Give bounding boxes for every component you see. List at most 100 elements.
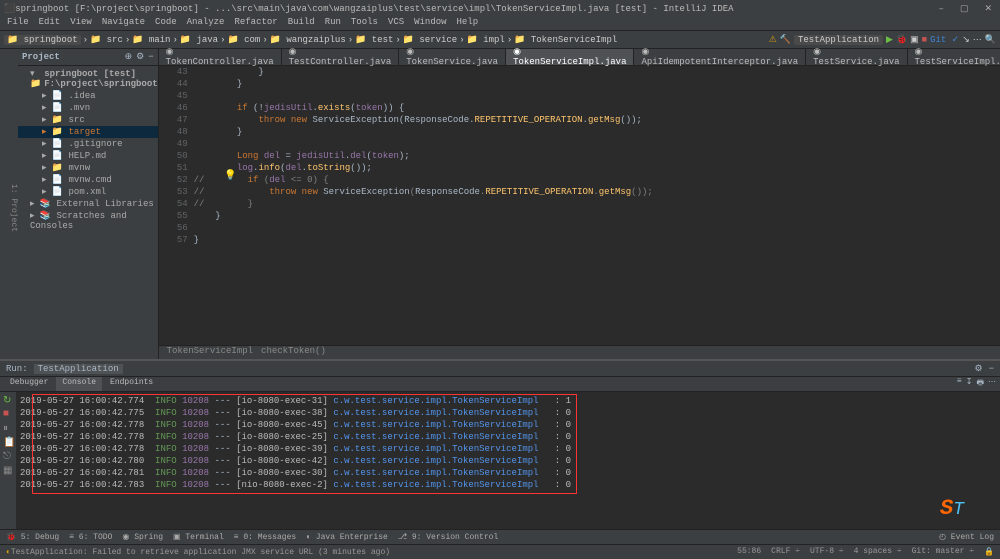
tree-item[interactable]: ▸ 📄 mvnw.cmd (18, 174, 158, 186)
editor-tab[interactable]: ◉ ApiIdempotentInterceptor.java (634, 49, 806, 65)
tree-item[interactable]: ▸ 📄 .mvn (18, 102, 158, 114)
editor-tab[interactable]: ◉ TokenServiceImpl.java (506, 49, 634, 65)
hammer-icon[interactable]: 🔨 (780, 35, 791, 45)
more-icon[interactable]: ⋯ (973, 35, 982, 45)
maximize-button[interactable]: ▢ (956, 4, 973, 14)
log-line: 2019-05-27 16:00:42.774 INFO 10208 --- [… (20, 395, 996, 407)
scroll-icon[interactable]: ↧ (966, 377, 973, 391)
search-icon[interactable]: 🔍 (985, 35, 996, 45)
crumb-item[interactable]: 📁 com (228, 35, 261, 45)
rerun-icon[interactable]: ↻ (3, 395, 13, 405)
breadcrumb-class[interactable]: TokenServiceImpl (167, 346, 253, 359)
crumb-item[interactable]: 📁 service (403, 35, 457, 45)
crumb-item[interactable]: 📁 main (132, 35, 170, 45)
crumb-item[interactable]: 📁 impl (467, 35, 505, 45)
menu-run[interactable]: Run (322, 17, 344, 30)
status-pos: 55:86 (737, 547, 761, 557)
tree-item[interactable]: ▸ 📁 target (18, 126, 158, 138)
project-select-icon[interactable]: ⊕ (125, 52, 133, 62)
status-enc[interactable]: UTF-8 ÷ (810, 547, 844, 557)
collapse-icon[interactable]: − (148, 52, 153, 62)
project-panel-title: Project (22, 52, 60, 62)
breadcrumb-method[interactable]: checkToken() (261, 346, 326, 359)
status-git[interactable]: Git: master ÷ (912, 547, 974, 557)
tree-item[interactable]: ▸ 📄 .idea (18, 90, 158, 102)
crumb-item[interactable]: 📁 src (90, 35, 123, 45)
status-message: TestApplication: Failed to retrieve appl… (11, 548, 390, 557)
status-indent[interactable]: 4 spaces ÷ (854, 547, 902, 557)
menu-edit[interactable]: Edit (36, 17, 64, 30)
menu-help[interactable]: Help (454, 17, 482, 30)
menu-analyze[interactable]: Analyze (184, 17, 228, 30)
menu-view[interactable]: View (67, 17, 95, 30)
tree-item[interactable]: ▸ 📄 HELP.md (18, 150, 158, 162)
bottom-spring-tab[interactable]: ◉ Spring (122, 532, 163, 542)
menu-refactor[interactable]: Refactor (231, 17, 280, 30)
run-config-select[interactable]: TestApplication (794, 35, 883, 45)
run-button[interactable]: ▶ (886, 35, 893, 45)
bottom-vcs-tab[interactable]: ⎇ 9: Version Control (398, 532, 498, 542)
tree-item[interactable]: ▸ 📁 mvnw (18, 162, 158, 174)
tree-root[interactable]: ▾ 📁 springboot [test] F:\project\springb… (18, 68, 158, 90)
lock-icon[interactable]: 🔒 (984, 547, 994, 557)
log-line: 2019-05-27 16:00:42.783 INFO 10208 --- [… (20, 479, 996, 491)
bottom-terminal-tab[interactable]: ▣ Terminal (173, 532, 224, 542)
menu-code[interactable]: Code (152, 17, 180, 30)
status-sep[interactable]: CRLF ÷ (771, 547, 800, 557)
menu-navigate[interactable]: Navigate (99, 17, 148, 30)
window-title: springboot [F:\project\springboot] - ...… (15, 4, 733, 14)
tree-item[interactable]: ▸ 📄 pom.xml (18, 186, 158, 198)
project-tool-tab[interactable]: 1: Project (9, 184, 18, 232)
endpoints-tab[interactable]: Endpoints (104, 377, 159, 391)
print-icon[interactable]: 🖶 (976, 377, 984, 391)
watermark-logo: ST (940, 496, 990, 526)
bottom-debug-tab[interactable]: 🐞 5: Debug (6, 532, 59, 542)
run-minimize-icon[interactable]: − (989, 364, 994, 374)
stop-run-icon[interactable]: ■ (3, 409, 13, 419)
crumb-item[interactable]: 📁 java (180, 35, 218, 45)
bottom-todo-tab[interactable]: ≡ 6: TODO (69, 533, 112, 542)
editor-tab[interactable]: ◉ TestController.java (282, 49, 400, 65)
build-icon[interactable]: ⚠ (769, 35, 777, 45)
console-tab[interactable]: Console (56, 377, 102, 391)
coverage-button[interactable]: ▣ (910, 35, 919, 45)
git-push-icon[interactable]: ↘ (962, 35, 970, 45)
menu-build[interactable]: Build (285, 17, 318, 30)
crumb-item[interactable]: 📁 TokenServiceImpl (514, 35, 617, 45)
more-console-icon[interactable]: ⋯ (988, 377, 996, 391)
intention-bulb-icon[interactable]: 💡 (224, 170, 236, 182)
bottom-messages-tab[interactable]: ≡ 0: Messages (234, 533, 296, 542)
menu-window[interactable]: Window (411, 17, 449, 30)
crumb-item[interactable]: 📁 springboot (4, 35, 81, 45)
editor-tab[interactable]: ◉ TokenService.java (399, 49, 506, 65)
wrap-icon[interactable]: ≡ (957, 377, 962, 391)
stop-button[interactable]: ■ (922, 35, 927, 45)
menu-tools[interactable]: Tools (348, 17, 381, 30)
bottom-java-ee-tab[interactable]: ◐ Java Enterprise (306, 533, 388, 542)
tree-item[interactable]: ▸ 📄 .gitignore (18, 138, 158, 150)
tree-item[interactable]: ▸ 📁 src (18, 114, 158, 126)
editor-tab[interactable]: ◉ TokenController.java (159, 49, 282, 65)
menu-vcs[interactable]: VCS (385, 17, 407, 30)
run-gear-icon[interactable]: ⚙ (975, 364, 983, 374)
minimize-button[interactable]: – (935, 4, 948, 14)
log-line: 2019-05-27 16:00:42.780 INFO 10208 --- [… (20, 455, 996, 467)
tree-ext[interactable]: ▸ 📚 External Libraries (18, 198, 158, 210)
exit-icon[interactable]: ⎋ (3, 451, 13, 461)
editor-tab[interactable]: ◉ TestService.java (806, 49, 907, 65)
dump-icon[interactable]: 📋 (3, 437, 13, 447)
debugger-tab[interactable]: Debugger (4, 377, 54, 391)
menu-file[interactable]: File (4, 17, 32, 30)
event-log-tab[interactable]: ◴ Event Log (939, 532, 994, 542)
close-button[interactable]: ✕ (980, 4, 996, 14)
log-line: 2019-05-27 16:00:42.778 INFO 10208 --- [… (20, 419, 996, 431)
editor-tab[interactable]: ◉ TestServiceImpl.java (908, 49, 1000, 65)
crumb-item[interactable]: 📁 wangzaiplus (270, 35, 346, 45)
project-settings-icon[interactable]: ⚙ (136, 52, 144, 62)
debug-button[interactable]: 🐞 (896, 35, 907, 45)
crumb-item[interactable]: 📁 test (355, 35, 393, 45)
git-pull-icon[interactable]: Git ✓ (930, 35, 959, 45)
layout-icon[interactable]: ▦ (3, 465, 13, 475)
pause-icon[interactable]: ⏸ (3, 423, 13, 433)
tree-ext[interactable]: ▸ 📚 Scratches and Consoles (18, 210, 158, 232)
